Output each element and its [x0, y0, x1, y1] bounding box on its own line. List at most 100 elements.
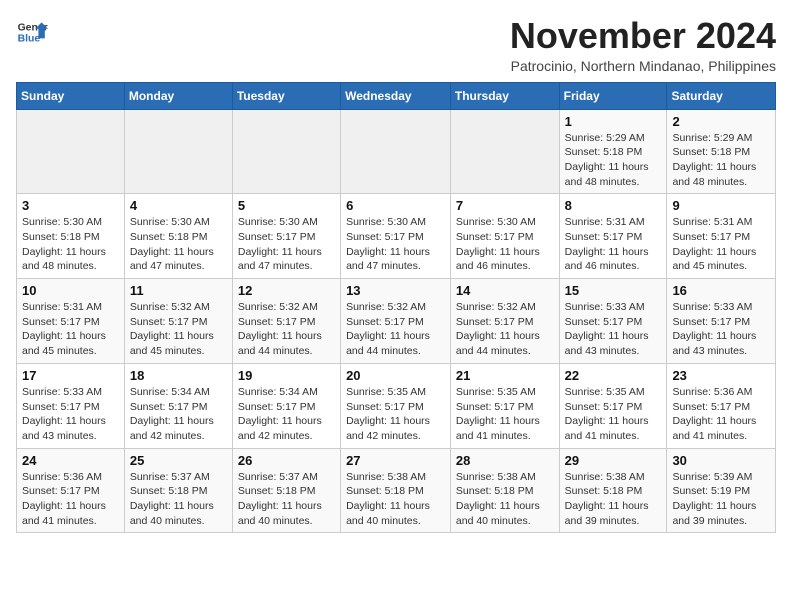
day-info: Sunrise: 5:30 AM Sunset: 5:17 PM Dayligh…	[456, 215, 554, 274]
calendar-cell: 27 Sunrise: 5:38 AM Sunset: 5:18 PM Dayli…	[341, 448, 451, 533]
day-number: 29	[565, 453, 662, 468]
day-number: 11	[130, 283, 227, 298]
day-number: 10	[22, 283, 119, 298]
day-info: Sunrise: 5:38 AM Sunset: 5:18 PM Dayligh…	[565, 470, 662, 529]
calendar-cell: 18Sunrise: 5:34 AM Sunset: 5:17 PM Dayli…	[124, 363, 232, 448]
day-info: Sunrise: 5:38 AM Sunset: 5:18 PM Dayligh…	[346, 470, 445, 529]
day-info: Sunrise: 5:37 AM Sunset: 5:18 PM Dayligh…	[238, 470, 335, 529]
day-info: Sunrise: 5:37 AM Sunset: 5:18 PM Dayligh…	[130, 470, 227, 529]
calendar-cell: 1Sunrise: 5:29 AM Sunset: 5:18 PM Daylig…	[559, 109, 667, 194]
col-header-sunday: Sunday	[17, 82, 125, 109]
calendar-cell: 4 Sunrise: 5:30 AM Sunset: 5:18 PM Daylig…	[124, 194, 232, 279]
day-info: Sunrise: 5:34 AM Sunset: 5:17 PM Dayligh…	[238, 385, 335, 444]
day-info: Sunrise: 5:36 AM Sunset: 5:17 PM Dayligh…	[672, 385, 770, 444]
day-number: 5	[238, 198, 335, 213]
title-block: November 2024 Patrocinio, Northern Minda…	[510, 16, 776, 74]
day-number: 4	[130, 198, 227, 213]
calendar-cell	[124, 109, 232, 194]
calendar-cell: 23 Sunrise: 5:36 AM Sunset: 5:17 PM Dayli…	[667, 363, 776, 448]
day-info: Sunrise: 5:33 AM Sunset: 5:17 PM Dayligh…	[22, 385, 119, 444]
calendar-cell	[450, 109, 559, 194]
calendar-week-row: 1 Sunrise: 5:29 AM Sunset: 5:18 PM Daylig…	[17, 109, 776, 194]
calendar-cell: 8 Sunrise: 5:31 AM Sunset: 5:17 PM Daylig…	[559, 194, 667, 279]
calendar-cell: 29 Sunrise: 5:38 AM Sunset: 5:18 PM Dayli…	[559, 448, 667, 533]
col-header-tuesday: Tuesday	[232, 82, 340, 109]
day-info: Sunrise: 5:32 AM Sunset: 5:17 PM Dayligh…	[456, 300, 554, 359]
calendar-cell: 17 Sunrise: 5:33 AM Sunset: 5:17 PM Dayli…	[17, 363, 125, 448]
day-number: 15	[565, 283, 662, 298]
day-info: Sunrise: 5:30 AM Sunset: 5:18 PM Dayligh…	[22, 215, 119, 274]
col-header-thursday: Thursday	[450, 82, 559, 109]
calendar-cell	[232, 109, 340, 194]
day-info: Sunrise: 5:32 AM Sunset: 5:17 PM Dayligh…	[130, 300, 227, 359]
day-number: 16	[672, 283, 770, 298]
day-number: 18	[130, 368, 227, 383]
day-info: Sunrise: 5:35 AM Sunset: 5:17 PM Dayligh…	[565, 385, 662, 444]
day-info: Sunrise: 5:30 AM Sunset: 5:17 PM Dayligh…	[346, 215, 445, 274]
calendar-cell: 13 Sunrise: 5:32 AM Sunset: 5:17 PM Dayli…	[341, 279, 451, 364]
day-number: 12	[238, 283, 335, 298]
day-number: 3	[22, 198, 119, 213]
calendar-cell	[341, 109, 451, 194]
calendar-week-row: 3 Sunrise: 5:30 AM Sunset: 5:18 PM Daylig…	[17, 194, 776, 279]
calendar-cell: 28 Sunrise: 5:38 AM Sunset: 5:18 PM Dayli…	[450, 448, 559, 533]
calendar-header-row: SundayMondayTuesdayWednesdayThursdayFrid…	[17, 82, 776, 109]
calendar-cell: 14 Sunrise: 5:32 AM Sunset: 5:17 PM Dayli…	[450, 279, 559, 364]
day-number: 25	[130, 453, 227, 468]
day-info: Sunrise: 5:30 AM Sunset: 5:17 PM Dayligh…	[238, 215, 335, 274]
calendar-cell: 19Sunrise: 5:34 AM Sunset: 5:17 PM Dayli…	[232, 363, 340, 448]
day-info: Sunrise: 5:33 AM Sunset: 5:17 PM Dayligh…	[672, 300, 770, 359]
day-number: 24	[22, 453, 119, 468]
calendar-week-row: 10 Sunrise: 5:31 AM Sunset: 5:17 PM Dayli…	[17, 279, 776, 364]
day-info: Sunrise: 5:38 AM Sunset: 5:18 PM Dayligh…	[456, 470, 554, 529]
svg-text:Blue: Blue	[18, 34, 41, 45]
day-info: Sunrise: 5:33 AM Sunset: 5:17 PM Dayligh…	[565, 300, 662, 359]
calendar-cell: 20Sunrise: 5:35 AM Sunset: 5:17 PM Dayli…	[341, 363, 451, 448]
col-header-saturday: Saturday	[667, 82, 776, 109]
calendar-cell: 10 Sunrise: 5:31 AM Sunset: 5:17 PM Dayli…	[17, 279, 125, 364]
calendar-cell: 21Sunrise: 5:35 AM Sunset: 5:17 PM Dayli…	[450, 363, 559, 448]
day-number: 2	[672, 114, 770, 129]
day-number: 8	[565, 198, 662, 213]
day-number: 14	[456, 283, 554, 298]
location-subtitle: Patrocinio, Northern Mindanao, Philippin…	[510, 58, 776, 74]
col-header-wednesday: Wednesday	[341, 82, 451, 109]
day-number: 6	[346, 198, 445, 213]
calendar-cell: 24 Sunrise: 5:36 AM Sunset: 5:17 PM Dayli…	[17, 448, 125, 533]
day-info: Sunrise: 5:31 AM Sunset: 5:17 PM Dayligh…	[672, 215, 770, 274]
calendar-cell: 12Sunrise: 5:32 AM Sunset: 5:17 PM Dayli…	[232, 279, 340, 364]
day-info: Sunrise: 5:29 AM Sunset: 5:18 PM Dayligh…	[672, 131, 770, 190]
day-info: Sunrise: 5:31 AM Sunset: 5:17 PM Dayligh…	[22, 300, 119, 359]
day-number: 26	[238, 453, 335, 468]
calendar-cell	[17, 109, 125, 194]
day-number: 22	[565, 368, 662, 383]
calendar-cell: 2 Sunrise: 5:29 AM Sunset: 5:18 PM Daylig…	[667, 109, 776, 194]
day-number: 30	[672, 453, 770, 468]
calendar-week-row: 17 Sunrise: 5:33 AM Sunset: 5:17 PM Dayli…	[17, 363, 776, 448]
month-title: November 2024	[510, 16, 776, 56]
calendar-cell: 15 Sunrise: 5:33 AM Sunset: 5:17 PM Dayli…	[559, 279, 667, 364]
day-number: 23	[672, 368, 770, 383]
calendar-cell: 3 Sunrise: 5:30 AM Sunset: 5:18 PM Daylig…	[17, 194, 125, 279]
day-number: 27	[346, 453, 445, 468]
calendar-cell: 22 Sunrise: 5:35 AM Sunset: 5:17 PM Dayli…	[559, 363, 667, 448]
page-header: General Blue November 2024 Patrocinio, N…	[16, 16, 776, 74]
col-header-friday: Friday	[559, 82, 667, 109]
day-number: 1	[565, 114, 662, 129]
day-info: Sunrise: 5:30 AM Sunset: 5:18 PM Dayligh…	[130, 215, 227, 274]
day-info: Sunrise: 5:36 AM Sunset: 5:17 PM Dayligh…	[22, 470, 119, 529]
day-number: 17	[22, 368, 119, 383]
col-header-monday: Monday	[124, 82, 232, 109]
day-info: Sunrise: 5:35 AM Sunset: 5:17 PM Dayligh…	[346, 385, 445, 444]
calendar-cell: 6 Sunrise: 5:30 AM Sunset: 5:17 PM Daylig…	[341, 194, 451, 279]
day-info: Sunrise: 5:39 AM Sunset: 5:19 PM Dayligh…	[672, 470, 770, 529]
day-info: Sunrise: 5:31 AM Sunset: 5:17 PM Dayligh…	[565, 215, 662, 274]
calendar-cell: 9 Sunrise: 5:31 AM Sunset: 5:17 PM Daylig…	[667, 194, 776, 279]
calendar-week-row: 24 Sunrise: 5:36 AM Sunset: 5:17 PM Dayli…	[17, 448, 776, 533]
day-number: 9	[672, 198, 770, 213]
day-number: 13	[346, 283, 445, 298]
calendar-cell: 7Sunrise: 5:30 AM Sunset: 5:17 PM Daylig…	[450, 194, 559, 279]
logo-icon: General Blue	[16, 16, 48, 48]
day-number: 28	[456, 453, 554, 468]
day-info: Sunrise: 5:32 AM Sunset: 5:17 PM Dayligh…	[346, 300, 445, 359]
